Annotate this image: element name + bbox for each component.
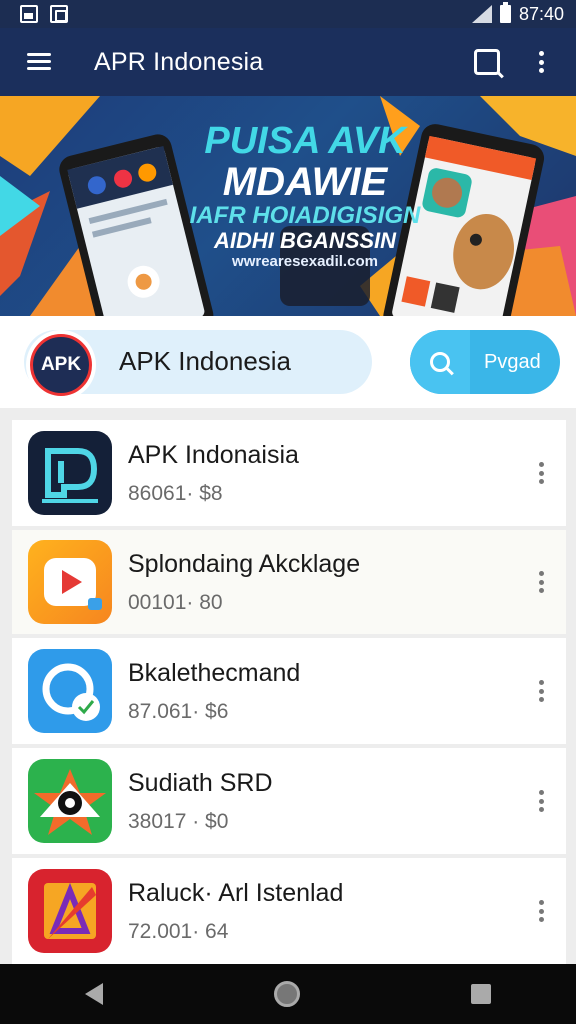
banner-url: wwrearesexadil.com <box>232 253 378 270</box>
list-item[interactable]: Raluck· Arl Istenlad 72.001· 64 <box>12 858 566 964</box>
game-app-icon <box>28 869 112 953</box>
app-meta: 86061· $8 <box>128 481 223 505</box>
system-navigation-bar <box>0 964 576 1024</box>
apk-logo: APK <box>26 330 96 400</box>
app-name: APK Indonaisia <box>128 440 299 469</box>
list-item[interactable]: Splondaing Akcklage 00101· 80 <box>12 530 566 634</box>
home-icon[interactable] <box>273 981 300 1007</box>
apk-logo-text: APK <box>30 334 92 396</box>
update-app-icon <box>28 649 112 733</box>
back-icon[interactable] <box>85 983 104 1005</box>
battery-icon <box>499 2 511 23</box>
banner-headline: PUISA AVK <box>204 120 406 162</box>
photo-notification-icon <box>20 5 38 23</box>
app-notification-icon <box>50 5 68 23</box>
recent-apps-icon[interactable] <box>470 984 491 1004</box>
status-right: 87:40 <box>471 2 564 25</box>
search-button-label: Pvgad <box>484 350 541 373</box>
search-input[interactable]: APK APK Indonesia <box>24 330 372 400</box>
list-item[interactable]: Bkalethecmand 87.061· $6 <box>12 638 566 744</box>
hamburger-menu-icon[interactable] <box>27 53 51 71</box>
overflow-menu-icon[interactable] <box>539 51 544 73</box>
search-row: APK APK Indonesia Pvgad <box>0 316 576 408</box>
app-list: APK Indonaisia 86061· $8 Splondaing Akck… <box>12 420 566 968</box>
banner-tagline-1: IAFR HOIADIGISIGN <box>189 202 421 229</box>
apk-indonesia-app-icon <box>28 431 112 515</box>
more-options-icon[interactable] <box>539 571 544 593</box>
more-options-icon[interactable] <box>539 900 544 922</box>
status-bar: 87:40 <box>0 0 576 28</box>
app-name: Raluck· Arl Istenlad <box>128 878 344 907</box>
search-icon[interactable] <box>474 49 500 75</box>
app-title: APR Indonesia <box>94 47 264 76</box>
signal-icon <box>471 5 492 23</box>
more-options-icon[interactable] <box>539 680 544 702</box>
more-options-icon[interactable] <box>539 462 544 484</box>
promo-banner[interactable]: PUISA AVK MDAWIE IAFR HOIADIGISIGN AIDHI… <box>0 96 576 316</box>
list-item[interactable]: Sudiath SRD 38017 · $0 <box>12 748 566 854</box>
search-input-value: APK Indonesia <box>119 346 292 376</box>
app-name: Splondaing Akcklage <box>128 549 361 578</box>
search-button[interactable]: Pvgad <box>410 330 560 394</box>
app-meta: 38017 · $0 <box>128 809 229 833</box>
status-time: 87:40 <box>518 3 564 24</box>
app-name: Sudiath SRD <box>128 768 273 797</box>
video-player-app-icon <box>28 540 112 624</box>
camera-app-icon <box>28 759 112 843</box>
more-options-icon[interactable] <box>539 790 544 812</box>
app-name: Bkalethecmand <box>128 658 301 687</box>
app-meta: 87.061· $6 <box>128 699 229 723</box>
app-bar: APR Indonesia <box>0 28 576 96</box>
status-notifications <box>20 5 68 23</box>
banner-subheadline: MDAWIE <box>222 160 388 204</box>
app-meta: 72.001· 64 <box>128 919 229 943</box>
magnifier-icon <box>430 352 450 372</box>
search-button-icon-area <box>410 330 470 394</box>
list-item[interactable]: APK Indonaisia 86061· $8 <box>12 420 566 526</box>
app-meta: 00101· 80 <box>128 590 223 614</box>
banner-tagline-2: AIDHI BGANSSIN <box>213 228 397 253</box>
